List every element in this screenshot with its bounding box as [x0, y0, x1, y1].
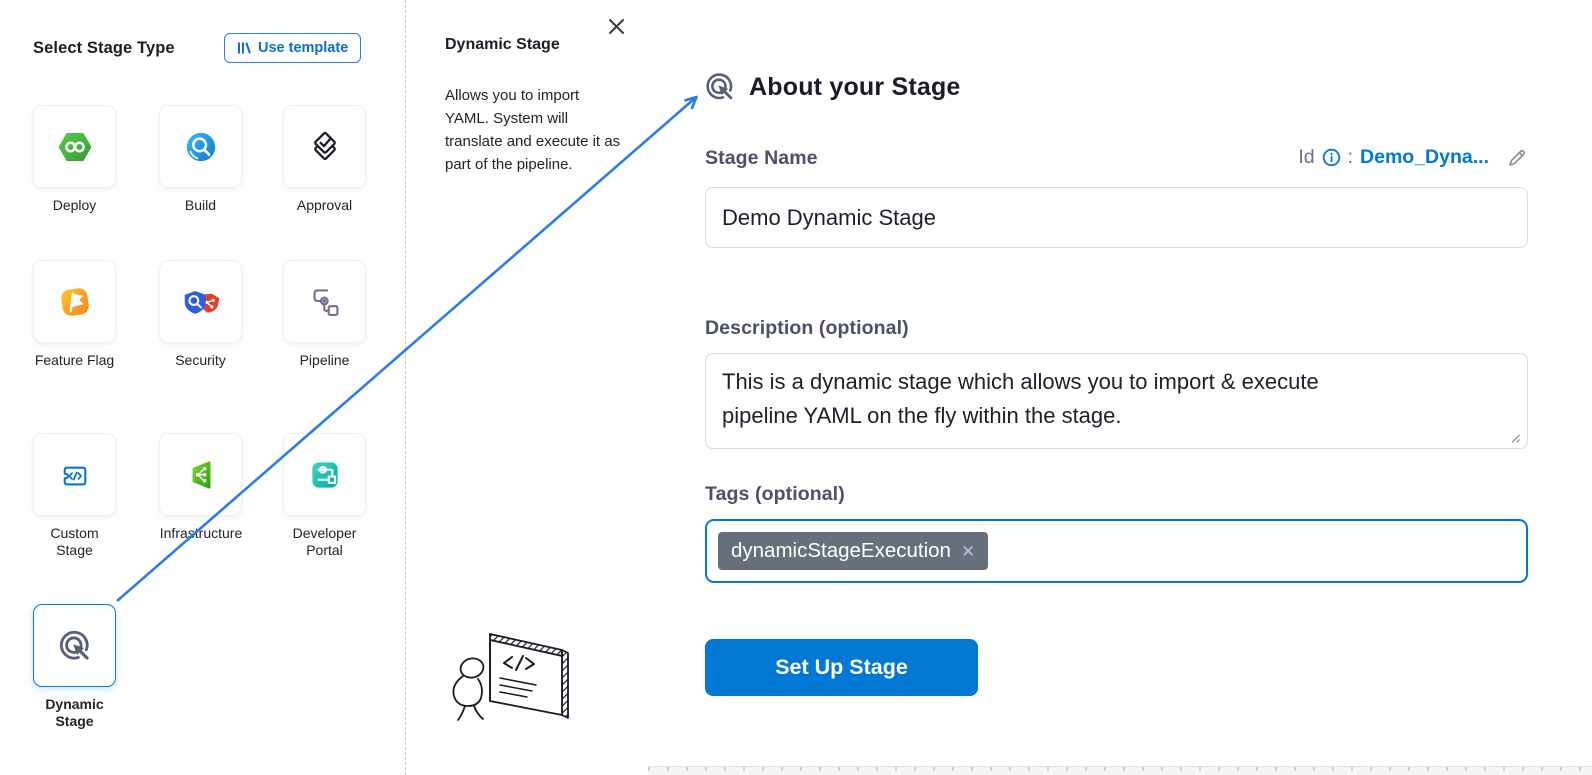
dynamic-stage-icon — [54, 625, 96, 667]
stage-type-deploy[interactable] — [33, 105, 116, 188]
security-icon — [180, 281, 222, 323]
tags-label: Tags (optional) — [705, 483, 845, 506]
info-icon[interactable] — [1322, 148, 1341, 167]
id-label: Id — [1298, 146, 1314, 169]
template-library-icon — [237, 41, 251, 55]
stage-name-input[interactable] — [705, 187, 1528, 248]
deploy-icon — [54, 126, 96, 168]
infrastructure-icon — [180, 454, 222, 496]
tag-chip-text: dynamicStageExecution — [731, 539, 951, 563]
stage-type-approval[interactable] — [283, 105, 366, 188]
stage-type-label: Custom Stage — [33, 525, 116, 559]
stage-type-security[interactable] — [159, 260, 242, 343]
remove-tag-icon[interactable]: ✕ — [961, 543, 975, 560]
developer-portal-icon — [304, 454, 346, 496]
close-icon[interactable] — [605, 15, 627, 37]
build-icon — [180, 126, 222, 168]
custom-stage-icon — [54, 454, 96, 496]
page-title: Select Stage Type — [33, 39, 175, 58]
id-separator: : — [1348, 146, 1353, 169]
stage-type-developer-portal[interactable] — [283, 433, 366, 516]
stage-type-build[interactable] — [159, 105, 242, 188]
stage-type-custom-stage[interactable] — [33, 433, 116, 516]
tags-input[interactable]: dynamicStageExecution ✕ — [705, 519, 1528, 583]
description-label: Description (optional) — [705, 317, 909, 340]
info-panel-description: Allows you to import YAML. System will t… — [445, 84, 621, 176]
stage-name-label: Stage Name — [705, 147, 818, 170]
dynamic-stage-icon — [701, 68, 739, 106]
stage-type-infrastructure[interactable] — [159, 433, 242, 516]
info-panel-title: Dynamic Stage — [445, 36, 560, 54]
stage-type-label: Infrastructure — [141, 525, 261, 542]
use-template-button[interactable]: Use template — [224, 33, 361, 63]
stage-type-label: Developer Portal — [283, 525, 366, 559]
stage-type-label: Dynamic Stage — [33, 696, 116, 730]
pipeline-icon — [304, 281, 346, 323]
approval-icon — [304, 126, 346, 168]
stage-type-label: Security — [159, 352, 242, 369]
stage-id-value[interactable]: Demo_Dyna... — [1360, 146, 1489, 169]
stage-id-row: Id : Demo_Dyna... — [1298, 146, 1528, 169]
stage-type-label: Deploy — [33, 197, 116, 214]
panel-divider — [405, 0, 406, 775]
stage-type-label: Feature Flag — [33, 352, 116, 369]
stage-type-dynamic-stage[interactable] — [33, 604, 116, 687]
description-textarea[interactable]: This is a dynamic stage which allows you… — [705, 353, 1528, 449]
presentation-illustration — [450, 626, 582, 728]
edit-pencil-icon[interactable] — [1506, 147, 1528, 169]
stage-type-label: Pipeline — [283, 352, 366, 369]
pipeline-canvas-edge — [648, 766, 1592, 775]
stage-type-label: Build — [159, 197, 242, 214]
stage-type-label: Approval — [283, 197, 366, 214]
use-template-label: Use template — [258, 40, 348, 56]
feature-flag-icon — [54, 281, 96, 323]
stage-type-pipeline[interactable] — [283, 260, 366, 343]
about-stage-title: About your Stage — [749, 73, 961, 102]
tag-chip: dynamicStageExecution ✕ — [718, 532, 988, 570]
stage-type-feature-flag[interactable] — [33, 260, 116, 343]
setup-stage-button[interactable]: Set Up Stage — [705, 639, 978, 696]
